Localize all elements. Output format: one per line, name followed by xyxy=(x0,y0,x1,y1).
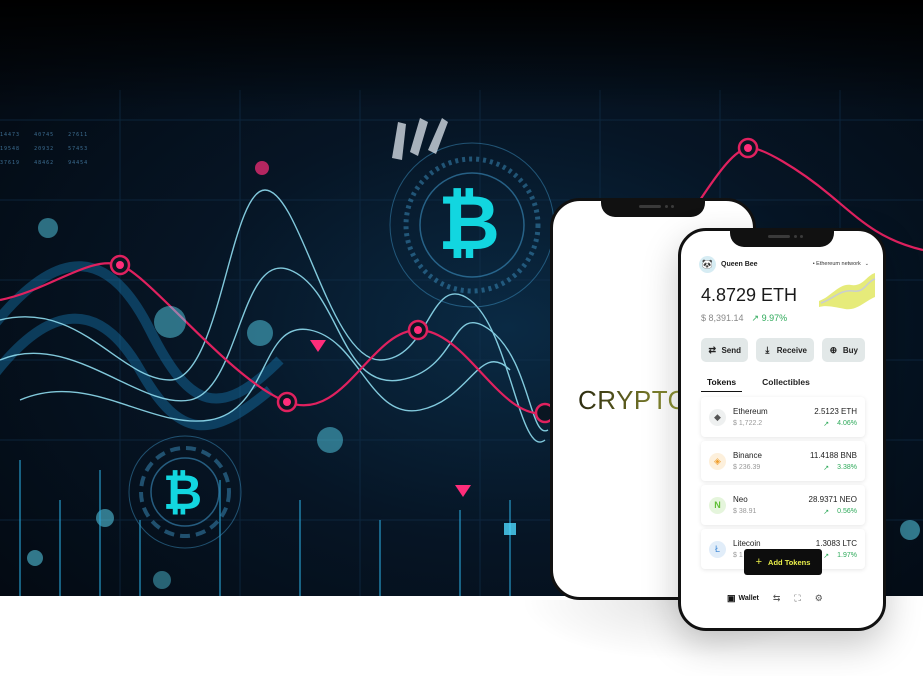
token-row-ethereum[interactable]: ◆ Ethereum $ 1,722.2 2.5123 ETH ↗ 4.06% xyxy=(701,397,865,437)
token-amount: 28.9371 NEO xyxy=(808,494,857,504)
swap-icon[interactable]: ⇆ xyxy=(773,593,781,604)
token-fiat: $ 38.91 xyxy=(733,508,757,515)
nav-wallet-label: Wallet xyxy=(738,595,759,602)
token-name: Litecoin xyxy=(733,539,761,548)
crypto-brand-text: CRYPTO xyxy=(578,385,689,415)
bottom-nav: ▣ Wallet ⇆ ⛶ ⚙ xyxy=(727,593,823,604)
chevron-down-icon: ⌄ xyxy=(864,261,869,267)
bitcoin-icon: ₿ xyxy=(163,465,203,521)
token-change-value: 3.38% xyxy=(837,463,857,471)
ticker-row: 37619 48462 94454 xyxy=(0,156,88,170)
token-row-neo[interactable]: N Neo $ 38.91 28.9371 NEO ↗ 0.56% xyxy=(701,485,865,525)
camera-icon xyxy=(671,205,674,208)
token-change-value: 0.56% xyxy=(837,507,857,515)
ticker-value: 94454 xyxy=(68,160,89,166)
litecoin-icon: Ł xyxy=(709,540,726,558)
token-change-value: 1.97% xyxy=(837,551,857,559)
user-name: Queen Bee xyxy=(721,260,758,268)
asset-tabs: Tokens Collectibles xyxy=(701,377,865,392)
token-change: ↗ 1.97% xyxy=(823,552,857,560)
action-buttons: ⇄ Send ⤓ Receive ⊕ Buy xyxy=(701,338,865,362)
ticker-row: 14473 40745 27611 xyxy=(0,128,88,142)
trend-up-icon: ↗ xyxy=(823,420,830,428)
ticker-numbers: 14473 40745 27611 19548 20932 57453 37619 484… xyxy=(0,128,88,170)
balance-amount: 4.8729 ETH xyxy=(701,285,798,305)
token-amount: 2.5123 ETH xyxy=(814,406,857,416)
add-tokens-button[interactable]: + Add Tokens xyxy=(744,549,822,575)
token-name: Binance xyxy=(733,451,762,460)
token-name: Neo xyxy=(733,495,748,504)
panda-icon: 🐼 xyxy=(701,258,714,269)
scan-icon[interactable]: ⛶ xyxy=(794,593,800,604)
ethereum-icon: ◆ xyxy=(709,408,726,426)
ticker-value: 20932 xyxy=(34,146,55,152)
ticker-value: 48462 xyxy=(34,160,55,166)
balance-fiat: $ 8,391.14 xyxy=(701,313,744,323)
token-row-binance[interactable]: ◈ Binance $ 236.39 11.4188 BNB ↗ 3.38% xyxy=(701,441,865,481)
phone-notch xyxy=(601,201,705,217)
bitcoin-icon: ₿ xyxy=(438,178,500,267)
send-label: Send xyxy=(721,345,741,355)
ticker-value: 14473 xyxy=(0,132,21,138)
top-fade xyxy=(0,0,923,110)
token-change-value: 4.06% xyxy=(837,419,857,427)
receive-button[interactable]: ⤓ Receive xyxy=(756,338,814,362)
tab-tokens[interactable]: Tokens xyxy=(701,377,743,392)
buy-label: Buy xyxy=(842,345,858,355)
speaker-icon xyxy=(639,205,661,208)
trend-up-icon: ↗ xyxy=(823,464,830,472)
network-label: • Ethereum network xyxy=(812,261,861,267)
token-fiat: $ 1,722.2 xyxy=(733,420,763,427)
send-button[interactable]: ⇄ Send xyxy=(701,338,748,362)
wallet-icon: ▣ xyxy=(727,593,736,603)
wallet-screen: 🐼 Queen Bee • Ethereum network ⌄ 4.8729 E… xyxy=(681,231,883,628)
token-name: Ethereum xyxy=(733,407,768,416)
avatar[interactable]: 🐼 xyxy=(699,255,716,273)
trend-up-icon: ↗ xyxy=(823,552,830,560)
add-tokens-label: Add Tokens xyxy=(768,557,811,567)
ticker-value: 40745 xyxy=(34,132,55,138)
token-amount: 11.4188 BNB xyxy=(810,450,857,460)
ticker-value: 37619 xyxy=(0,160,21,166)
wallet-phone: 🐼 Queen Bee • Ethereum network ⌄ 4.8729 E… xyxy=(678,228,886,631)
ticker-value: 57453 xyxy=(68,146,89,152)
nav-wallet[interactable]: ▣ Wallet xyxy=(727,593,759,604)
token-change: ↗ 0.56% xyxy=(823,508,857,516)
buy-icon: ⊕ xyxy=(829,344,838,355)
buy-button[interactable]: ⊕ Buy xyxy=(822,338,865,362)
binance-icon: ◈ xyxy=(709,452,726,470)
settings-icon[interactable]: ⚙ xyxy=(815,593,823,604)
network-selector[interactable]: • Ethereum network ⌄ xyxy=(813,261,869,267)
token-amount: 1.3083 LTC xyxy=(815,538,857,548)
token-change: ↗ 4.06% xyxy=(823,420,857,428)
ticker-value: 19548 xyxy=(0,146,21,152)
balance-change: ↗ 9.97% xyxy=(751,313,788,323)
trend-up-icon: ↗ xyxy=(823,508,830,516)
tab-collectibles[interactable]: Collectibles xyxy=(756,377,816,392)
token-fiat: $ 236.39 xyxy=(733,464,761,471)
send-icon: ⇄ xyxy=(708,344,716,355)
balance-fiat-row: $ 8,391.14 ↗ 9.97% xyxy=(701,313,787,324)
ticker-row: 19548 20932 57453 xyxy=(0,142,88,156)
receive-icon: ⤓ xyxy=(765,344,770,355)
receive-label: Receive xyxy=(776,345,807,355)
plus-icon: + xyxy=(755,556,763,568)
neo-icon: N xyxy=(709,496,726,514)
camera-icon xyxy=(665,205,668,208)
ticker-value: 27611 xyxy=(68,132,89,138)
token-list: ◆ Ethereum $ 1,722.2 2.5123 ETH ↗ 4.06% ◈ B… xyxy=(701,397,865,573)
token-change: ↗ 3.38% xyxy=(823,464,857,472)
wave-graphic-icon xyxy=(819,273,876,310)
